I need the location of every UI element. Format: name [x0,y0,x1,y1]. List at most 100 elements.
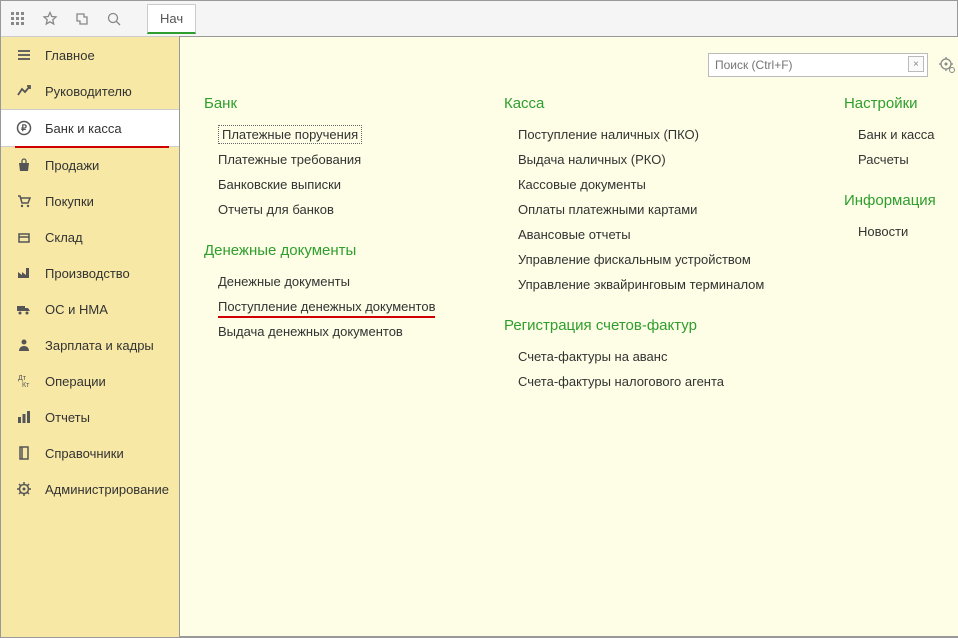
gear-icon [15,480,33,498]
nav-link[interactable]: Выдача денежных документов [218,324,403,339]
tab-start[interactable]: Нач [147,4,196,34]
sidebar-item-label: Покупки [45,194,94,209]
sidebar-item-label: Операции [45,374,106,389]
nav-link[interactable]: Поступление денежных документов [218,299,436,318]
list-item: Платежные требования [218,147,464,172]
star-icon[interactable] [41,10,59,28]
nav-link[interactable]: Счета-фактуры на аванс [518,349,668,364]
sidebar-item-11[interactable]: Справочники [1,435,179,471]
bag-icon [15,156,33,174]
link-list: Новости [858,219,958,244]
sidebar-item-label: Администрирование [45,482,169,497]
svg-text:₽: ₽ [21,123,27,133]
list-item: Денежные документы [218,269,464,294]
sidebar: Главное Руководителю ₽Банк и касса Продажи П… [1,37,180,637]
list-item: Оплаты платежными картами [518,197,804,222]
section-title[interactable]: Настройки [844,95,958,112]
truck-icon [15,300,33,318]
sidebar-item-label: Склад [45,230,83,245]
search-icon[interactable] [105,10,123,28]
sidebar-item-label: Руководителю [45,84,132,99]
nav-link[interactable]: Банковские выписки [218,177,341,192]
chart-icon [15,82,33,100]
nav-link[interactable]: Новости [858,224,908,239]
section-title[interactable]: Регистрация счетов-фактур [504,317,804,334]
clear-icon[interactable]: × [908,56,924,72]
svg-text:Кт: Кт [22,382,30,389]
list-item: Счета-фактуры налогового агента [518,369,804,394]
columns: Банк Платежные поручения Платежные требова… [204,95,958,394]
list-item: Поступление наличных (ПКО) [518,122,804,147]
sidebar-item-4[interactable]: Покупки [1,183,179,219]
sidebar-item-label: Главное [45,48,95,63]
sidebar-item-6[interactable]: Производство [1,255,179,291]
sidebar-item-label: ОС и НМА [45,302,108,317]
sidebar-item-5[interactable]: Склад [1,219,179,255]
nav-link[interactable]: Расчеты [858,152,909,167]
nav-link[interactable]: Платежные требования [218,152,361,167]
top-toolbar: Нач [1,1,957,37]
link-list: Банк и касса Расчеты [858,122,958,172]
section-title[interactable]: Денежные документы [204,242,464,259]
book-icon [15,444,33,462]
search-input[interactable] [708,53,928,77]
nav-link[interactable]: Отчеты для банков [218,202,334,217]
svg-text:Дт: Дт [18,375,27,382]
sidebar-item-10[interactable]: Отчеты [1,399,179,435]
list-item: Поступление денежных документов [218,294,464,319]
nav-link[interactable]: Банк и касса [858,127,935,142]
nav-link[interactable]: Выдача наличных (РКО) [518,152,666,167]
nav-link[interactable]: Счета-фактуры налогового агента [518,374,724,389]
section-title[interactable]: Информация [844,192,958,209]
nav-link[interactable]: Кассовые документы [518,177,646,192]
list-item: Банк и касса [858,122,958,147]
apps-icon[interactable] [9,10,27,28]
sidebar-item-0[interactable]: Главное [1,37,179,73]
sidebar-item-12[interactable]: Администрирование [1,471,179,507]
sidebar-item-label: Продажи [45,158,99,173]
ruble-icon: ₽ [15,119,33,137]
search-wrap: × [708,53,928,77]
person-icon [15,336,33,354]
list-item: Платежные поручения [218,122,464,147]
main-area: ГлавноеРуководителю₽Банк и кассаПродажиП… [1,37,957,637]
list-item: Кассовые документы [518,172,804,197]
nav-link[interactable]: Авансовые отчеты [518,227,631,242]
link-list: Платежные поручения Платежные требования Б… [218,122,464,222]
section-panel: × Банк Платежные поручения Платежные требо… [179,36,958,637]
nav-link[interactable]: Поступление наличных (ПКО) [518,127,699,142]
nav-link[interactable]: Управление эквайринговым терминалом [518,277,764,292]
cart-icon [15,192,33,210]
sidebar-item-3[interactable]: Продажи [1,147,179,183]
list-item: Выдача денежных документов [218,319,464,344]
sidebar-item-8[interactable]: Зарплата и кадры [1,327,179,363]
section-title[interactable]: Касса [504,95,804,112]
sidebar-item-label: Справочники [45,446,124,461]
nav-link[interactable]: Управление фискальным устройством [518,252,751,267]
menu-icon [15,46,33,64]
history-icon[interactable] [73,10,91,28]
list-item: Управление фискальным устройством [518,247,804,272]
list-item: Расчеты [858,147,958,172]
column-0: Банк Платежные поручения Платежные требова… [204,95,464,394]
nav-link[interactable]: Денежные документы [218,274,350,289]
nav-link[interactable]: Оплаты платежными картами [518,202,697,217]
sidebar-item-1[interactable]: Руководителю [1,73,179,109]
bars-icon [15,408,33,426]
list-item: Новости [858,219,958,244]
list-item: Управление эквайринговым терминалом [518,272,804,297]
sidebar-item-label: Зарплата и кадры [45,338,154,353]
factory-icon [15,264,33,282]
settings-icon[interactable] [938,56,956,74]
sidebar-item-label: Производство [45,266,130,281]
section-title[interactable]: Банк [204,95,464,112]
column-2: Настройки Банк и касса Расчеты Информация Но… [844,95,958,394]
sidebar-item-2[interactable]: ₽Банк и касса [1,109,179,147]
link-list: Поступление наличных (ПКО) Выдача наличны… [518,122,804,297]
list-item: Банковские выписки [218,172,464,197]
sidebar-item-9[interactable]: ДтКт Операции [1,363,179,399]
nav-link[interactable]: Платежные поручения [218,125,362,144]
sidebar-item-7[interactable]: ОС и НМА [1,291,179,327]
list-item: Отчеты для банков [218,197,464,222]
sidebar-item-label: Отчеты [45,410,90,425]
